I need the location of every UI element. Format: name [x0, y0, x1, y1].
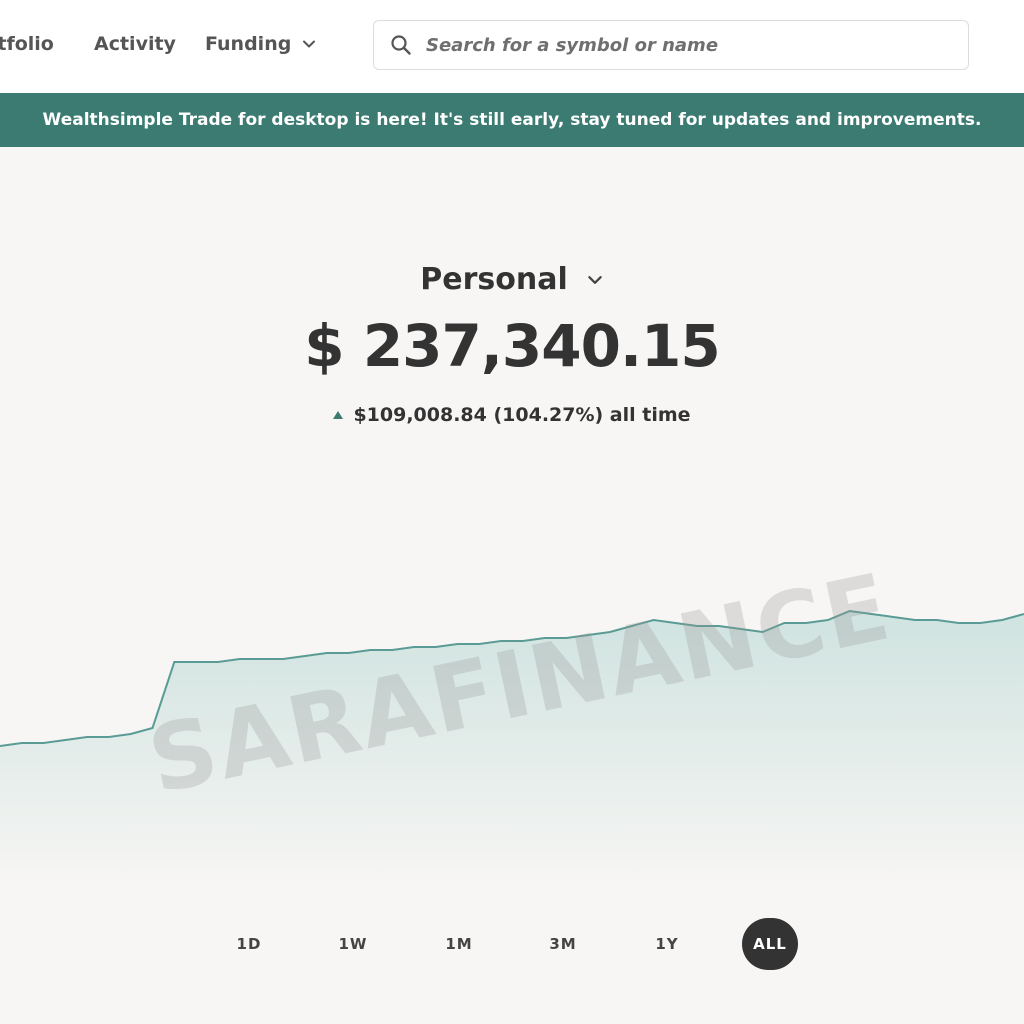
chevron-down-icon	[587, 275, 602, 284]
chevron-down-icon	[303, 40, 316, 48]
nav-portfolio[interactable]: rtfolio	[0, 33, 54, 55]
top-navigation: rtfolio Activity Funding	[0, 0, 1024, 93]
announcement-banner: Wealthsimple Trade for desktop is here! …	[0, 93, 1024, 147]
search-box[interactable]	[373, 20, 969, 70]
search-input[interactable]	[426, 34, 946, 56]
up-arrow-icon	[333, 411, 344, 419]
time-range-selector: 1D 1W 1M 3M 1Y ALL	[0, 918, 1024, 970]
banner-text: Wealthsimple Trade for desktop is here! …	[42, 110, 982, 130]
range-1m[interactable]: 1M	[432, 918, 486, 970]
range-1w[interactable]: 1W	[326, 918, 380, 970]
nav-funding[interactable]: Funding	[205, 33, 317, 55]
account-selector[interactable]: Personal	[0, 262, 1024, 297]
range-all[interactable]: ALL	[742, 918, 798, 970]
trade-app: rtfolio Activity Funding Wealthsimple Tr…	[0, 0, 1024, 1024]
nav-funding-label: Funding	[205, 33, 292, 55]
nav-activity[interactable]: Activity	[94, 33, 176, 55]
range-1y[interactable]: 1Y	[640, 918, 694, 970]
range-1d[interactable]: 1D	[222, 918, 276, 970]
account-balance: $ 237,340.15	[304, 312, 720, 380]
account-name: Personal	[420, 262, 568, 297]
gain-text: $109,008.84 (104.27%) all time	[353, 404, 691, 426]
search-icon	[391, 35, 411, 55]
range-3m[interactable]: 3M	[536, 918, 590, 970]
all-time-gain: $109,008.84 (104.27%) all time	[0, 404, 1024, 426]
